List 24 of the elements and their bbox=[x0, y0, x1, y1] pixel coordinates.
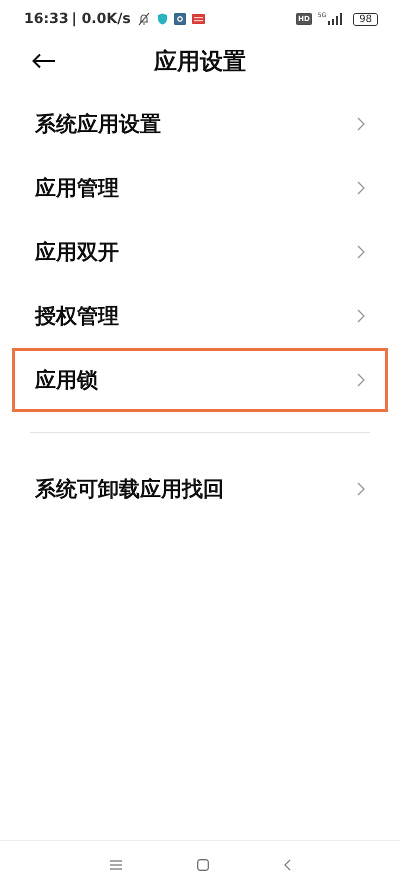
chevron-icon bbox=[357, 245, 365, 259]
settings-item[interactable]: 授权管理 bbox=[12, 284, 388, 348]
chevron-icon bbox=[357, 117, 365, 131]
network-speed: | 0.0K/s bbox=[72, 11, 131, 27]
chevron-icon bbox=[357, 482, 365, 496]
back-icon[interactable] bbox=[284, 858, 290, 870]
settings-item[interactable]: 应用管理 bbox=[12, 156, 388, 220]
settings-item[interactable]: 应用双开 bbox=[12, 220, 388, 284]
back-arrow-icon[interactable] bbox=[32, 53, 56, 69]
status-time: 16:33 bbox=[24, 11, 69, 27]
signal-icon bbox=[327, 13, 344, 25]
settings-item[interactable]: 系统应用设置 bbox=[12, 92, 388, 156]
settings-item[interactable]: 应用锁 bbox=[12, 348, 388, 412]
page-title: 应用设置 bbox=[154, 48, 246, 76]
menu-icon[interactable] bbox=[110, 860, 122, 870]
notification-icon bbox=[192, 14, 205, 24]
chevron-icon bbox=[357, 309, 365, 323]
settings-item[interactable]: 系统可卸载应用找回 bbox=[12, 457, 388, 521]
battery-indicator: 98 bbox=[353, 12, 378, 26]
bell-off-icon bbox=[136, 12, 151, 26]
chevron-icon bbox=[357, 373, 365, 387]
home-icon[interactable] bbox=[196, 858, 208, 870]
chevron-icon bbox=[357, 181, 365, 195]
shield-icon bbox=[156, 13, 168, 25]
